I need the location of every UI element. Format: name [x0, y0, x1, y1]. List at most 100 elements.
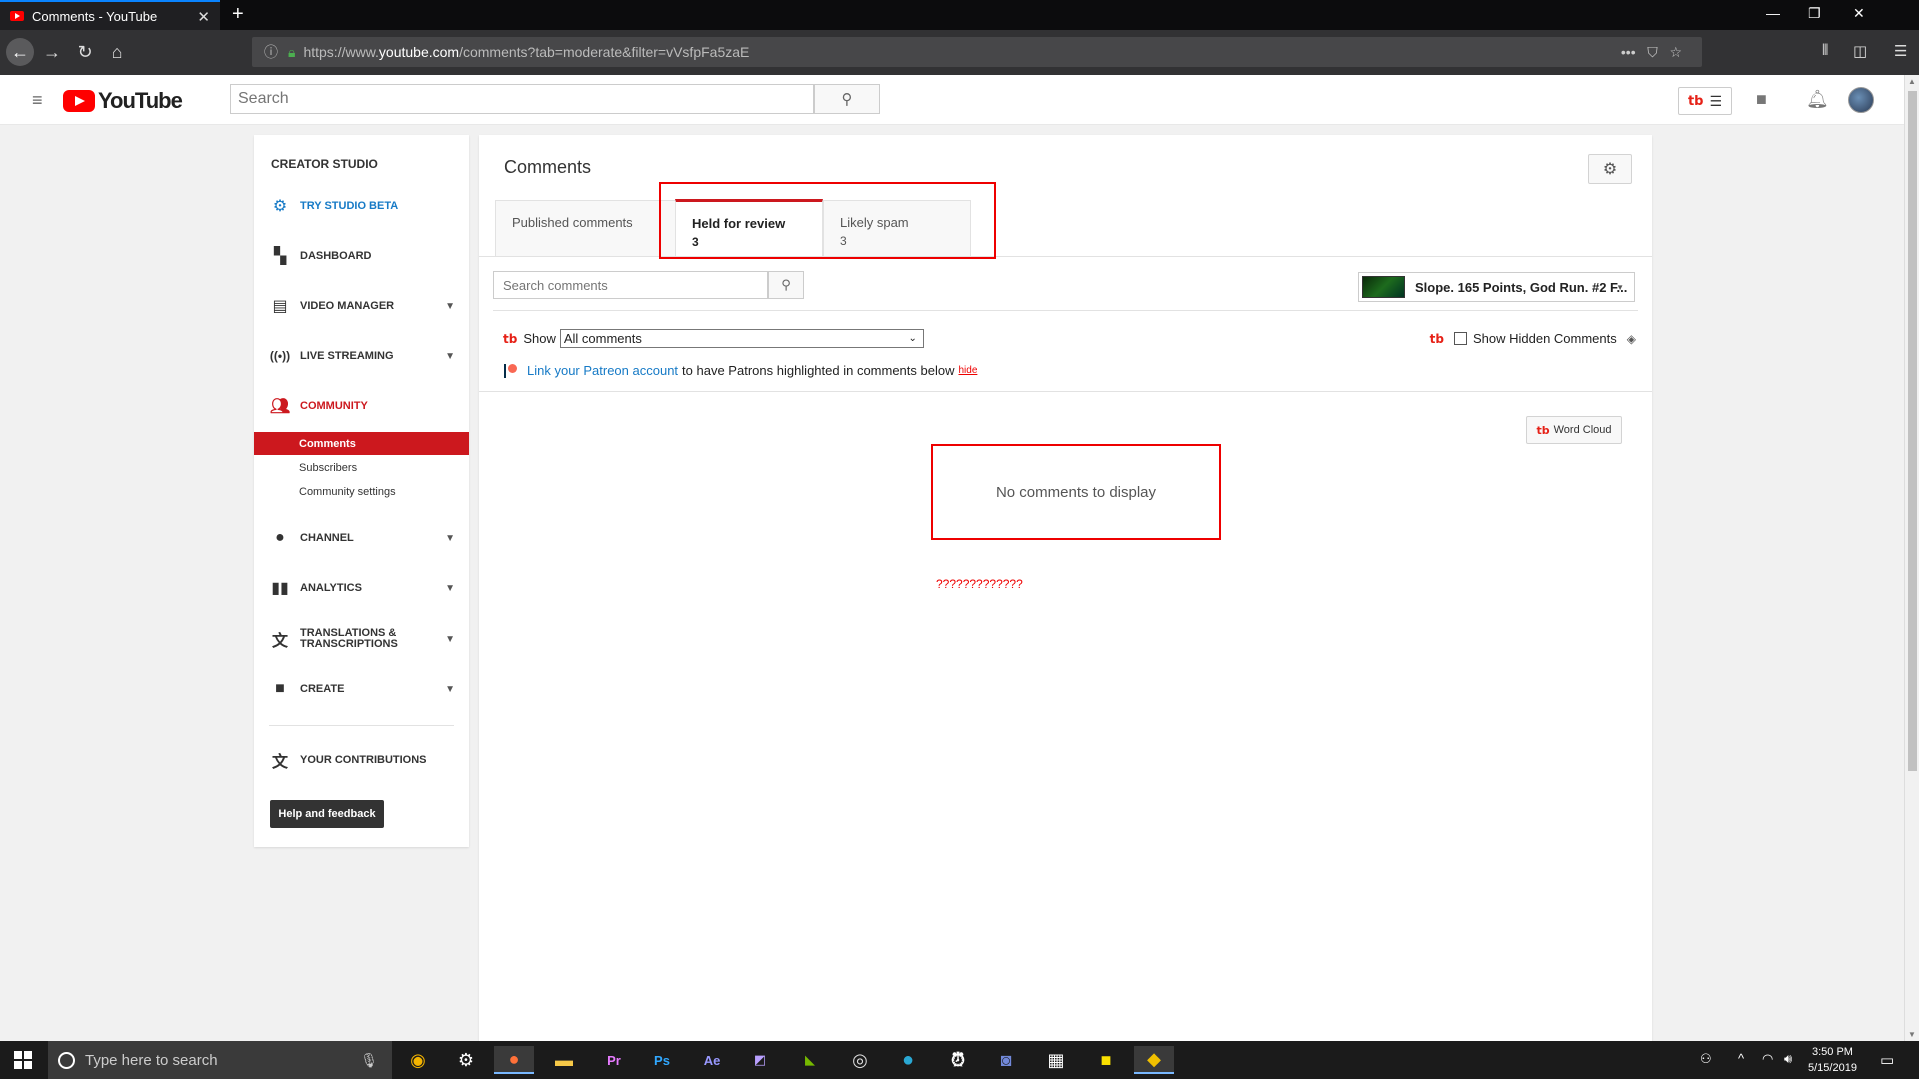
windows-start-icon[interactable] — [14, 1051, 32, 1069]
cortana-icon — [58, 1051, 75, 1069]
new-tab-icon[interactable]: + — [232, 3, 244, 26]
sidebar-item-create[interactable]: ■︎ CREATE ▼ — [254, 674, 469, 704]
tubebuddy-icon: tb — [1687, 93, 1704, 109]
comment-settings-button[interactable]: ⚙ — [1588, 154, 1632, 184]
menu-lines-icon: ☰ — [1709, 92, 1723, 109]
scroll-up-icon[interactable]: ▲ — [1908, 77, 1916, 86]
close-tab-icon[interactable]: ✕ — [197, 8, 210, 26]
action-center-icon[interactable]: ▭ — [1880, 1051, 1894, 1069]
youtube-logo-text: YouTube — [98, 88, 183, 113]
avatar[interactable] — [1848, 87, 1874, 113]
search-comments-button[interactable]: ⚲ — [768, 271, 804, 299]
obs-icon[interactable]: ◎ — [840, 1046, 880, 1074]
tray-expand-icon[interactable]: ^ — [1738, 1051, 1744, 1066]
chevron-down-icon[interactable]: ▼ — [445, 684, 455, 695]
discord-icon[interactable]: ◙ — [986, 1046, 1026, 1074]
tubebuddy-menu-button[interactable]: tb ☰ — [1678, 87, 1732, 115]
chevron-down-icon[interactable]: ▼ — [445, 301, 455, 312]
sidebar-item-video-manager[interactable]: ▤ VIDEO MANAGER ▼ — [254, 291, 469, 321]
sticky-notes-icon[interactable]: ■ — [1086, 1046, 1126, 1074]
chevron-down-icon[interactable]: ▼ — [445, 634, 455, 645]
sidebar-subitem-subscribers[interactable]: Subscribers — [254, 456, 469, 479]
show-comments-select[interactable]: All comments ⌄ — [559, 329, 924, 348]
browser-tab[interactable]: Comments - YouTube ✕ — [0, 0, 220, 30]
notifications-bell-icon[interactable]: 🔔︎ — [1806, 89, 1829, 110]
eye-slash-icon[interactable]: ◈ — [1627, 332, 1636, 346]
sidebar-item-analytics[interactable]: ▮▮ ANALYTICS ▼ — [254, 573, 469, 603]
sidebar-item-label: DASHBOARD — [300, 250, 372, 262]
sidebar-item-community[interactable]: 👥︎ COMMUNITY — [254, 391, 469, 421]
premiere-icon[interactable]: Pr — [594, 1046, 634, 1074]
reload-icon[interactable]: ↻ — [71, 38, 99, 66]
alarm-clock-icon[interactable]: ⏰︎ — [938, 1046, 978, 1074]
scrollbar-thumb[interactable] — [1908, 91, 1917, 771]
sidebar-item-live-streaming[interactable]: ((•)) LIVE STREAMING ▼ — [254, 341, 469, 371]
gear-icon: ⚙ — [272, 198, 288, 215]
search-button[interactable]: ⚲ — [814, 84, 880, 114]
upload-video-icon[interactable]: ■︎ — [1756, 89, 1767, 110]
nvidia-icon[interactable]: ◣ — [790, 1046, 830, 1074]
sidebar-subitem-comments[interactable]: Comments — [254, 432, 469, 455]
app-globe-icon[interactable]: ● — [888, 1046, 928, 1074]
patreon-link[interactable]: Link your Patreon account — [527, 363, 678, 378]
chevron-down-icon[interactable]: ▼ — [445, 533, 455, 544]
restore-icon[interactable]: ❐ — [1808, 5, 1821, 22]
forward-icon[interactable]: → — [38, 38, 66, 66]
back-icon[interactable]: ← — [6, 38, 34, 66]
calendar-icon[interactable]: ▦ — [1036, 1046, 1076, 1074]
video-filter-dropdown[interactable]: Slope. 165 Points, God Run. #2 F... ▼ — [1358, 272, 1635, 302]
sidebar-item-your-contributions[interactable]: 文 YOUR CONTRIBUTIONS — [254, 745, 469, 775]
scroll-down-icon[interactable]: ▼ — [1908, 1030, 1916, 1039]
people-icon[interactable]: ⚇ — [1700, 1051, 1712, 1067]
patreon-hide-link[interactable]: hide — [958, 365, 977, 376]
tubebuddy-icon: tb — [1536, 423, 1550, 437]
chevron-down-icon[interactable]: ▼ — [445, 583, 455, 594]
url-bar[interactable]: ⓘ 🔒︎ https://www. youtube.com/comments?ta… — [252, 37, 1702, 67]
tab-published-comments[interactable]: Published comments — [495, 200, 677, 257]
show-hidden-checkbox[interactable] — [1453, 332, 1467, 345]
library-icon[interactable]: ⫴ — [1822, 42, 1828, 59]
video-manager-icon: ▤ — [272, 298, 288, 315]
sidebar-item-label: COMMUNITY — [300, 400, 368, 412]
info-icon[interactable]: ⓘ — [264, 42, 278, 62]
chevron-down-icon[interactable]: ▼ — [445, 351, 455, 362]
taskbar-search-placeholder: Type here to search — [85, 1051, 218, 1069]
firefox-icon[interactable]: ● — [494, 1046, 534, 1074]
taskbar-search[interactable]: Type here to search 🎙︎ — [48, 1041, 392, 1079]
photoshop-icon[interactable]: Ps — [642, 1046, 682, 1074]
chrome-icon[interactable]: ◉ — [398, 1046, 438, 1074]
sidebar-toggle-icon[interactable]: ◫ — [1853, 42, 1867, 60]
page-actions-icon[interactable]: ••• ⛉ ☆ — [1621, 44, 1682, 61]
file-explorer-icon[interactable]: ▬ — [544, 1046, 584, 1074]
minimize-icon[interactable]: — — [1766, 5, 1780, 21]
media-encoder-icon[interactable]: ◩ — [740, 1046, 780, 1074]
microphone-icon[interactable]: 🎙︎ — [360, 1052, 378, 1069]
close-window-icon[interactable]: ✕ — [1853, 5, 1865, 22]
sidebar-divider — [269, 725, 454, 726]
home-icon[interactable]: ⌂ — [103, 38, 131, 66]
taskbar-clock[interactable]: 3:50 PM 5/15/2019 — [1808, 1044, 1857, 1076]
menu-icon[interactable]: ☰ — [1894, 42, 1907, 60]
sidebar-item-translations[interactable]: 文 TRANSLATIONS & TRANSCRIPTIONS ▼ — [254, 621, 469, 657]
steam-icon[interactable]: ⚙ — [446, 1046, 486, 1074]
sidebar-item-dashboard[interactable]: ▚ DASHBOARD — [254, 241, 469, 271]
word-cloud-button[interactable]: tb Word Cloud — [1526, 416, 1622, 444]
sidebar-item-channel[interactable]: ● CHANNEL ▼ — [254, 523, 469, 553]
volume-icon[interactable]: 🔊︎ — [1784, 1051, 1792, 1067]
youtube-logo[interactable]: YouTube — [63, 88, 183, 114]
sidebar-subitem-community-settings[interactable]: Community settings — [254, 480, 469, 503]
search-comments-input[interactable] — [493, 271, 768, 299]
network-icon[interactable]: ◠ — [1762, 1051, 1773, 1067]
show-filter-row: tb Show All comments ⌄ — [503, 329, 924, 348]
empty-state-text: No comments to display — [995, 483, 1157, 501]
show-hidden-label[interactable]: Show Hidden Comments — [1473, 331, 1617, 346]
app-diamond-icon[interactable]: ◆ — [1134, 1046, 1174, 1074]
page-scrollbar[interactable]: ▲ ▼ — [1904, 75, 1919, 1041]
sidebar-item-studio-beta[interactable]: ⚙ TRY STUDIO BETA — [254, 191, 469, 221]
after-effects-icon[interactable]: Ae — [692, 1046, 732, 1074]
clock-date: 5/15/2019 — [1808, 1062, 1857, 1074]
search-input[interactable] — [230, 84, 814, 114]
help-feedback-button[interactable]: Help and feedback — [270, 800, 384, 828]
sidebar-item-label: TRY STUDIO BETA — [300, 200, 399, 212]
guide-menu-icon[interactable]: ≡ — [32, 90, 43, 111]
